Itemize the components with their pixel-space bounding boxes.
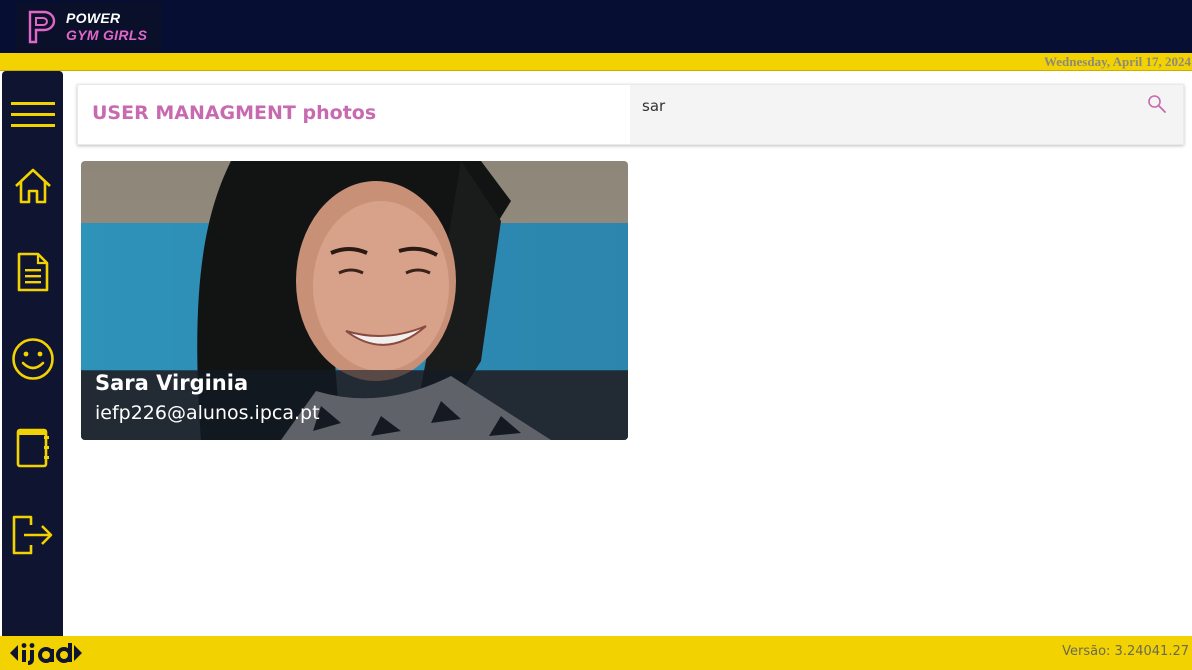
user-name: Sara Virginia <box>95 371 249 395</box>
sidebar-item-documents[interactable] <box>10 249 56 295</box>
home-icon <box>15 168 51 204</box>
sidebar-item-logout[interactable] <box>10 512 56 558</box>
sidebar-item-notebook[interactable] <box>10 425 56 471</box>
user-email: iefp226@alunos.ipca.pt <box>95 402 320 424</box>
sidebar-item-users[interactable] <box>10 336 56 382</box>
date-bar: Wednesday, April 17, 2024 <box>0 53 1192 71</box>
brand-line-2: GYM GIRLS <box>66 26 148 43</box>
search-input[interactable] <box>640 93 1124 119</box>
user-card[interactable]: Sara Virginia iefp226@alunos.ipca.pt <box>81 161 628 440</box>
document-icon <box>17 252 49 292</box>
version-label: Versão: 3.24041.27 <box>1062 644 1189 659</box>
brand-line-1: POWER <box>66 9 121 26</box>
search-box[interactable] <box>630 85 1183 144</box>
menu-button[interactable] <box>10 92 56 138</box>
top-bar: POWER GYM GIRLS <box>0 0 1192 53</box>
page-header: USER MANAGMENT photos <box>77 84 1184 145</box>
footer: Versão: 3.24041.27 <box>0 636 1192 670</box>
brand-text: POWER GYM GIRLS <box>66 10 147 44</box>
page-title: USER MANAGMENT photos <box>92 102 377 124</box>
logout-icon <box>12 515 53 555</box>
search-icon[interactable] <box>1147 94 1167 119</box>
sidebar <box>2 71 63 636</box>
notebook-icon <box>16 428 49 468</box>
power-p-logo-icon <box>28 10 56 43</box>
hamburger-icon <box>11 102 55 127</box>
sidebar-item-home[interactable] <box>10 163 56 209</box>
current-date: Wednesday, April 17, 2024 <box>1044 54 1191 69</box>
iad-logo-icon[interactable] <box>8 641 84 665</box>
app-logo[interactable]: POWER GYM GIRLS <box>16 2 162 51</box>
smiley-icon <box>12 338 54 380</box>
